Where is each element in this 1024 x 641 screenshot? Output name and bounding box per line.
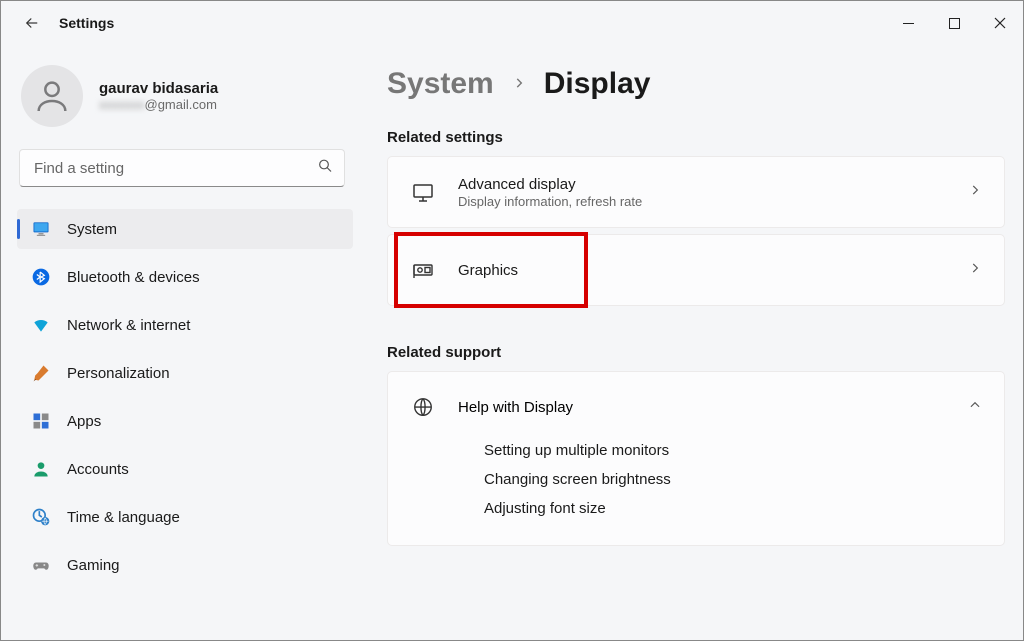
maximize-button[interactable] bbox=[931, 7, 977, 39]
sidebar-item-label: Accounts bbox=[67, 461, 129, 478]
sidebar-item-label: Time & language bbox=[67, 509, 180, 526]
sidebar-item-label: System bbox=[67, 221, 117, 238]
nav-list: System Bluetooth & devices Network & int… bbox=[17, 209, 353, 585]
chevron-right-icon bbox=[512, 73, 526, 96]
sidebar-item-apps[interactable]: Apps bbox=[17, 401, 353, 441]
search-wrap bbox=[19, 149, 345, 187]
sidebar-item-label: Personalization bbox=[67, 365, 170, 382]
person-icon bbox=[32, 76, 72, 116]
chevron-right-icon bbox=[968, 261, 982, 280]
sidebar-item-time-language[interactable]: Time & language bbox=[17, 497, 353, 537]
breadcrumb-current: Display bbox=[544, 67, 651, 101]
arrow-left-icon bbox=[23, 14, 41, 32]
clock-globe-icon bbox=[31, 507, 51, 527]
support-links: Setting up multiple monitors Changing sc… bbox=[388, 442, 1004, 545]
avatar bbox=[21, 65, 83, 127]
display-icon bbox=[410, 180, 436, 204]
breadcrumb-root[interactable]: System bbox=[387, 67, 494, 101]
search-input[interactable] bbox=[19, 149, 345, 187]
support-title: Help with Display bbox=[458, 399, 968, 416]
support-header[interactable]: Help with Display bbox=[388, 372, 1004, 442]
sidebar-item-accounts[interactable]: Accounts bbox=[17, 449, 353, 489]
card-help-with-display: Help with Display Setting up multiple mo… bbox=[387, 371, 1005, 546]
close-button[interactable] bbox=[977, 7, 1023, 39]
breadcrumb: System Display bbox=[387, 67, 1005, 101]
support-link[interactable]: Adjusting font size bbox=[484, 500, 982, 517]
sidebar-item-bluetooth[interactable]: Bluetooth & devices bbox=[17, 257, 353, 297]
apps-icon bbox=[31, 411, 51, 431]
user-info: gaurav bidasaria xxxxxxx@gmail.com bbox=[99, 80, 218, 112]
search-icon bbox=[317, 158, 333, 179]
user-profile[interactable]: gaurav bidasaria xxxxxxx@gmail.com bbox=[17, 65, 353, 145]
sidebar-item-network[interactable]: Network & internet bbox=[17, 305, 353, 345]
sidebar: gaurav bidasaria xxxxxxx@gmail.com Syste… bbox=[1, 45, 361, 640]
back-button[interactable] bbox=[15, 6, 49, 40]
gamepad-icon bbox=[31, 555, 51, 575]
brush-icon bbox=[31, 363, 51, 383]
card-title: Advanced display bbox=[458, 176, 968, 193]
related-settings-label: Related settings bbox=[387, 129, 1005, 146]
user-email: xxxxxxx@gmail.com bbox=[99, 97, 218, 112]
sidebar-item-label: Gaming bbox=[67, 557, 120, 574]
person-icon bbox=[31, 459, 51, 479]
user-name: gaurav bidasaria bbox=[99, 80, 218, 97]
main-pane: System Display Related settings Advanced… bbox=[361, 45, 1023, 640]
card-subtitle: Display information, refresh rate bbox=[458, 194, 968, 209]
card-title: Graphics bbox=[458, 262, 968, 279]
support-link[interactable]: Changing screen brightness bbox=[484, 471, 982, 488]
window-controls bbox=[885, 7, 1023, 39]
related-support-label: Related support bbox=[387, 344, 1005, 361]
monitor-icon bbox=[31, 219, 51, 239]
support-link[interactable]: Setting up multiple monitors bbox=[484, 442, 982, 459]
window-title: Settings bbox=[59, 15, 114, 31]
card-advanced-display[interactable]: Advanced display Display information, re… bbox=[387, 156, 1005, 228]
bluetooth-icon bbox=[31, 267, 51, 287]
minimize-button[interactable] bbox=[885, 7, 931, 39]
graphics-card-icon bbox=[410, 258, 436, 282]
sidebar-item-label: Apps bbox=[67, 413, 101, 430]
sidebar-item-gaming[interactable]: Gaming bbox=[17, 545, 353, 585]
wifi-icon bbox=[31, 315, 51, 335]
chevron-up-icon bbox=[968, 398, 982, 417]
sidebar-item-label: Bluetooth & devices bbox=[67, 269, 200, 286]
titlebar: Settings bbox=[1, 1, 1023, 45]
card-graphics[interactable]: Graphics bbox=[387, 234, 1005, 306]
sidebar-item-personalization[interactable]: Personalization bbox=[17, 353, 353, 393]
sidebar-item-system[interactable]: System bbox=[17, 209, 353, 249]
chevron-right-icon bbox=[968, 183, 982, 202]
globe-help-icon bbox=[410, 396, 436, 418]
sidebar-item-label: Network & internet bbox=[67, 317, 190, 334]
